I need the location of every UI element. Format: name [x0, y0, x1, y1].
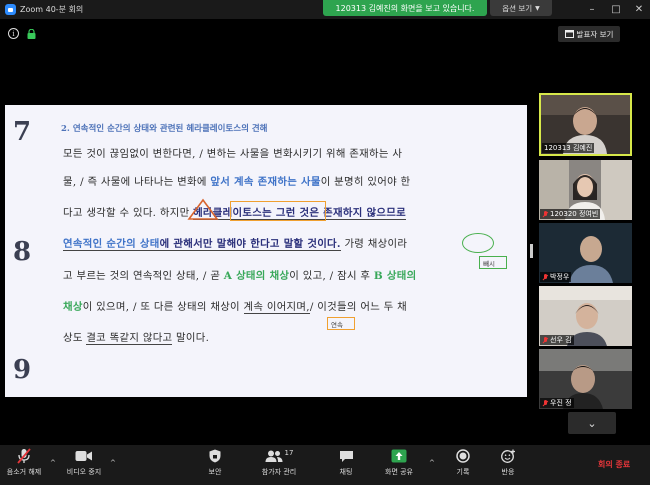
encryption-lock-icon[interactable]: [27, 29, 36, 39]
document-line: 연속적인 순간의 상태에 관해서만 말해야 한다고 말할 것이다. 가령 채상이…: [63, 238, 408, 251]
audio-options-caret-icon[interactable]: ^: [50, 459, 56, 467]
margin-number: 7: [13, 117, 32, 147]
participant-tile[interactable]: 120313 김예진: [539, 93, 632, 156]
unmute-label: 음소거 해제: [6, 468, 42, 476]
chevron-down-icon: ▼: [535, 4, 540, 12]
chevron-down-icon: ⌄: [587, 416, 597, 430]
window-title: Zoom 40-분 회의: [20, 5, 84, 14]
record-button[interactable]: 기록: [450, 445, 476, 485]
document-line: 고 부르는 것의 연속적인 상태, / 곧 A 상태의 채상이 있고, / 잠시…: [63, 270, 417, 282]
reactions-label: 반응: [501, 468, 515, 476]
maximize-icon[interactable]: □: [604, 0, 628, 19]
underlined-text: 결코 똑같지 않다고: [86, 332, 173, 345]
circled-word: 채상: [367, 238, 388, 250]
share-screen-button[interactable]: 화면 공유: [380, 445, 418, 485]
chat-bubble-icon: [339, 450, 353, 462]
unmute-button[interactable]: 음소거 해제: [2, 445, 46, 485]
highlight-text: A 상태의 채상: [223, 270, 290, 282]
mic-muted-icon: [542, 273, 548, 281]
manage-participants-button[interactable]: 17 참가자 관리: [255, 445, 303, 485]
participant-tile[interactable]: 우진 정: [539, 349, 632, 409]
participant-tile[interactable]: 선우 김: [539, 286, 632, 346]
participant-name: 120320 정여빈: [540, 209, 601, 219]
speaker-view-icon: [564, 30, 574, 38]
share-banner-text: 120313 김예진의 화면을 보고 있습니다.: [335, 3, 475, 13]
circle-annotation: [462, 233, 494, 253]
minimize-icon[interactable]: –: [580, 0, 604, 19]
annotation-note-text: 연속: [331, 321, 343, 329]
end-meeting-button[interactable]: 회의 종료: [598, 459, 630, 470]
splitter-handle[interactable]: [530, 244, 533, 258]
stop-video-label: 비디오 중지: [66, 468, 102, 476]
video-options-caret-icon[interactable]: ^: [110, 459, 116, 467]
scroll-gallery-down-button[interactable]: ⌄: [568, 412, 616, 434]
mic-muted-icon: [542, 210, 548, 218]
share-screen-label: 화면 공유: [385, 468, 413, 476]
security-label: 보안: [208, 468, 222, 476]
smiley-icon: [500, 449, 515, 463]
underlined-text: 에 관해서만 말해야 한다고 말할 것이다.: [159, 238, 341, 251]
shared-screen-document[interactable]: 7 8 9 2. 연속적인 순간의 상태와 관련된 헤라클레이토스의 견해 모든…: [5, 105, 527, 397]
highlight-text: 채상: [63, 301, 83, 313]
stop-video-button[interactable]: 비디오 중지: [62, 445, 106, 485]
participant-name: 120313 김예진: [542, 143, 595, 153]
meeting-toolbar: 음소거 해제 ^ 비디오 중지 ^ 보안 17 참가자 관리 채팅 화면 공유 …: [0, 445, 650, 485]
box-annotation: [230, 201, 326, 221]
zoom-logo-icon: [5, 4, 16, 15]
margin-number: 9: [13, 355, 32, 385]
chat-label: 채팅: [339, 468, 353, 476]
participant-name: 박정우: [540, 272, 572, 282]
manage-participants-label: 참가자 관리: [261, 468, 297, 476]
participants-icon: [265, 450, 283, 462]
document-heading: 2. 연속적인 순간의 상태와 관련된 헤라클레이토스의 견해: [61, 124, 268, 134]
highlight-text: 연속적인 순간의 상태: [63, 238, 160, 251]
speaker-view-label: 발표자 보기: [576, 29, 614, 39]
document-line: 채상이 있으며, / 또 다른 상태의 채상이 계속 이어지며,/ 이것들의 어…: [63, 301, 407, 314]
close-icon[interactable]: ✕: [627, 0, 650, 19]
shield-icon: [209, 449, 221, 463]
participant-tile[interactable]: 120320 정여빈: [539, 160, 632, 220]
participant-tile[interactable]: 박정우: [539, 223, 632, 283]
highlight-text: 앞서 계속 존재하는 사물: [210, 176, 321, 188]
margin-number: 8: [13, 237, 32, 267]
underlined-text: 계속 이어지며,: [243, 301, 310, 314]
annotation-note-text: 빼시: [483, 260, 495, 268]
share-options-caret-icon[interactable]: ^: [429, 459, 435, 467]
participant-name: 우진 정: [540, 398, 574, 408]
participant-name: 선우 김: [540, 335, 574, 345]
triangle-annotation: [187, 198, 219, 220]
security-button[interactable]: 보안: [200, 445, 230, 485]
mic-muted-icon: [17, 448, 31, 464]
document-line: 모든 것이 끊임없이 변한다면, / 변하는 사물을 변화시키기 위해 존재하는…: [63, 148, 403, 160]
highlight-text: B 상태의: [373, 270, 417, 282]
record-label: 기록: [456, 468, 470, 476]
view-options-button[interactable]: 옵션 보기 ▼: [490, 0, 552, 16]
record-icon: [456, 449, 470, 463]
chat-button[interactable]: 채팅: [333, 445, 359, 485]
mic-muted-icon: [542, 336, 548, 344]
reactions-button[interactable]: 반응: [495, 445, 521, 485]
participants-count: 17: [284, 449, 294, 457]
video-camera-icon: [75, 451, 92, 461]
view-options-label: 옵션 보기: [502, 3, 533, 13]
meeting-info-icon[interactable]: i: [8, 28, 19, 39]
speaker-view-button[interactable]: 발표자 보기: [558, 26, 620, 42]
mic-muted-icon: [542, 399, 548, 407]
share-screen-icon: [391, 449, 407, 463]
document-line: 물, / 즉 사물에 나타나는 변화에 앞서 계속 존재하는 사물이 분명히 있…: [63, 176, 411, 188]
document-line: 상도 결코 똑같지 않다고 말이다.: [63, 332, 210, 345]
screen-share-banner: 120313 김예진의 화면을 보고 있습니다.: [323, 0, 487, 16]
